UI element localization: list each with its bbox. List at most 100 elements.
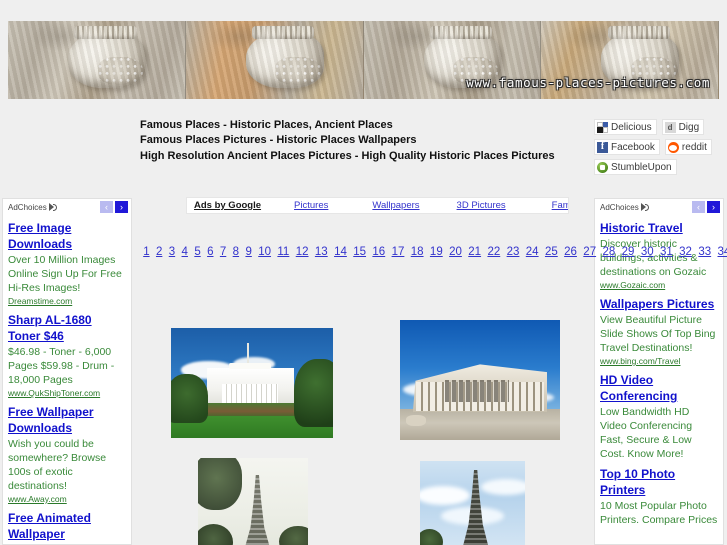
page-link-27[interactable]: 27	[583, 246, 596, 258]
adchoices-icon	[640, 203, 649, 211]
page-link-25[interactable]: 25	[545, 246, 558, 258]
share-label-reddit: reddit	[681, 141, 707, 153]
page-link-29[interactable]: 29	[622, 246, 635, 258]
page-link-7[interactable]: 7	[220, 246, 226, 258]
page-link-31[interactable]: 31	[660, 246, 673, 258]
left-ad-3-url[interactable]: www.Away.com	[8, 494, 126, 505]
page-link-19[interactable]: 19	[430, 246, 443, 258]
banner-watermark-url: www.famous-places-pictures.com	[466, 75, 710, 90]
ads-by-google-label[interactable]: Ads by Google	[187, 200, 261, 211]
pagination: 1 2 3 4 5 6 7 8 9 10 11 12 13 14 15 16 17 18 19 20 21 22 23 24 2…	[140, 240, 727, 263]
chevron-right-icon[interactable]: ›	[707, 201, 720, 213]
share-label-delicious: Delicious	[611, 121, 652, 133]
eiffel-tower-thumbnail-1[interactable]	[198, 458, 308, 545]
right-ad-3-title[interactable]: HD Video Conferencing	[600, 372, 718, 404]
page-link-12[interactable]: 12	[296, 246, 309, 258]
page-link-16[interactable]: 16	[372, 246, 385, 258]
right-adchoices-label-wrap[interactable]: AdChoices	[600, 203, 649, 212]
page-link-9[interactable]: 9	[245, 246, 251, 258]
left-ad-3-desc: Wish you could be somewhere? Browse 100s…	[8, 438, 107, 492]
left-ad-4: Free Animated Wallpaper 5000+ Great Anim…	[3, 510, 131, 544]
ads-link-famous[interactable]: Famous	[552, 200, 568, 211]
page-link-34[interactable]: 34	[718, 246, 727, 258]
ads-link-pictures[interactable]: Pictures	[294, 200, 328, 211]
page-link-23[interactable]: 23	[507, 246, 520, 258]
relief-panel-2	[185, 21, 364, 99]
page-link-32[interactable]: 32	[679, 246, 692, 258]
page-link-33[interactable]: 33	[698, 246, 711, 258]
page-title: Famous Places - Historic Places, Ancient…	[140, 118, 555, 164]
left-ad-2-desc: $46.98 - Toner - 6,000 Pages $59.98 - Dr…	[8, 346, 115, 386]
right-ad-4-title[interactable]: Top 10 Photo Printers	[600, 466, 718, 498]
left-ad-2-url[interactable]: www.QukShipToner.com	[8, 388, 126, 399]
right-ad-3-desc: Low Bandwidth HD Video Conferencing Fast…	[600, 406, 693, 460]
left-adchoices-label: AdChoices	[8, 202, 47, 212]
page-link-26[interactable]: 26	[564, 246, 577, 258]
share-button-reddit[interactable]: reddit	[664, 139, 712, 155]
page-link-22[interactable]: 22	[487, 246, 500, 258]
page-link-1[interactable]: 1	[143, 246, 149, 258]
page-link-4[interactable]: 4	[182, 246, 188, 258]
left-ad-1-title[interactable]: Free Image Downloads	[8, 220, 126, 252]
chevron-left-icon[interactable]: ‹	[100, 201, 113, 213]
page-link-18[interactable]: 18	[411, 246, 424, 258]
page-link-20[interactable]: 20	[449, 246, 462, 258]
page-link-5[interactable]: 5	[194, 246, 200, 258]
parthenon-thumbnail[interactable]	[400, 320, 560, 440]
delicious-icon	[597, 121, 608, 133]
page-link-17[interactable]: 17	[392, 246, 405, 258]
right-ad-2-desc: View Beautiful Picture Slide Shows Of To…	[600, 314, 716, 354]
right-ad-4-desc: 10 Most Popular Photo Printers. Compare …	[600, 500, 718, 526]
right-ad-nav-arrows: ‹ ›	[692, 201, 720, 213]
left-ad-1: Free Image Downloads Over 10 Million Ima…	[3, 220, 131, 307]
page-link-3[interactable]: 3	[169, 246, 175, 258]
right-ad-3: HD Video Conferencing Low Bandwidth HD V…	[595, 372, 723, 461]
left-ad-2-title[interactable]: Sharp AL-1680 Toner $46	[8, 312, 126, 344]
headline-line-3: High Resolution Ancient Places Pictures …	[140, 149, 555, 162]
page-link-13[interactable]: 13	[315, 246, 328, 258]
chevron-right-icon[interactable]: ›	[115, 201, 128, 213]
page-link-28[interactable]: 28	[602, 246, 615, 258]
right-ad-2-url[interactable]: www.bing.com/Travel	[600, 356, 718, 367]
left-adchoices-label-wrap[interactable]: AdChoices	[8, 203, 57, 212]
page-link-11[interactable]: 11	[277, 246, 289, 258]
left-ad-4-title[interactable]: Free Animated Wallpaper	[8, 510, 126, 542]
right-ad-4: Top 10 Photo Printers 10 Most Popular Ph…	[595, 466, 723, 527]
right-ad-2-title[interactable]: Wallpapers Pictures	[600, 296, 718, 312]
share-label-stumbleupon: StumbleUpon	[611, 161, 672, 173]
ads-link-wallpapers[interactable]: Wallpapers	[372, 200, 419, 211]
page-root: www.famous-places-pictures.com Famous Pl…	[0, 0, 727, 545]
right-ad-1-title[interactable]: Historic Travel	[600, 220, 718, 236]
page-link-14[interactable]: 14	[334, 246, 347, 258]
right-adchoices-bar: AdChoices ‹ ›	[595, 199, 723, 215]
share-button-delicious[interactable]: Delicious	[594, 119, 657, 135]
page-link-8[interactable]: 8	[233, 246, 239, 258]
page-link-21[interactable]: 21	[468, 246, 481, 258]
white-house-thumbnail[interactable]	[171, 328, 333, 438]
page-link-6[interactable]: 6	[207, 246, 213, 258]
chevron-left-icon[interactable]: ‹	[692, 201, 705, 213]
left-ad-1-url[interactable]: Dreamstime.com	[8, 296, 126, 307]
ads-link-3d-pictures[interactable]: 3D Pictures	[457, 200, 506, 211]
right-ad-1-desc: Discover historic buildings, activities …	[600, 238, 707, 278]
ads-by-google-bar: Ads by Google Pictures Wallpapers 3D Pic…	[186, 197, 569, 214]
page-link-2[interactable]: 2	[156, 246, 162, 258]
left-ad-3-title[interactable]: Free Wallpaper Downloads	[8, 404, 126, 436]
page-link-30[interactable]: 30	[641, 246, 654, 258]
share-button-digg[interactable]: d Digg	[661, 119, 705, 135]
digg-icon: d	[664, 121, 676, 133]
right-ad-1-url[interactable]: www.Gozaic.com	[600, 280, 718, 291]
page-link-10[interactable]: 10	[258, 246, 271, 258]
site-banner: www.famous-places-pictures.com	[8, 21, 719, 99]
eiffel-tower-thumbnail-2[interactable]	[420, 461, 525, 545]
page-link-15[interactable]: 15	[353, 246, 366, 258]
social-share-bar: Delicious d Digg f Facebook reddit Stumb…	[594, 119, 721, 175]
share-button-stumbleupon[interactable]: StumbleUpon	[594, 159, 677, 175]
headline-line-1: Famous Places - Historic Places, Ancient…	[140, 119, 393, 131]
facebook-icon: f	[597, 141, 608, 153]
left-ad-3: Free Wallpaper Downloads Wish you could …	[3, 404, 131, 505]
share-button-facebook[interactable]: f Facebook	[594, 139, 660, 155]
page-link-24[interactable]: 24	[526, 246, 539, 258]
left-ad-1-desc: Over 10 Million Images Online Sign Up Fo…	[8, 254, 122, 294]
right-ad-2: Wallpapers Pictures View Beautiful Pictu…	[595, 296, 723, 367]
